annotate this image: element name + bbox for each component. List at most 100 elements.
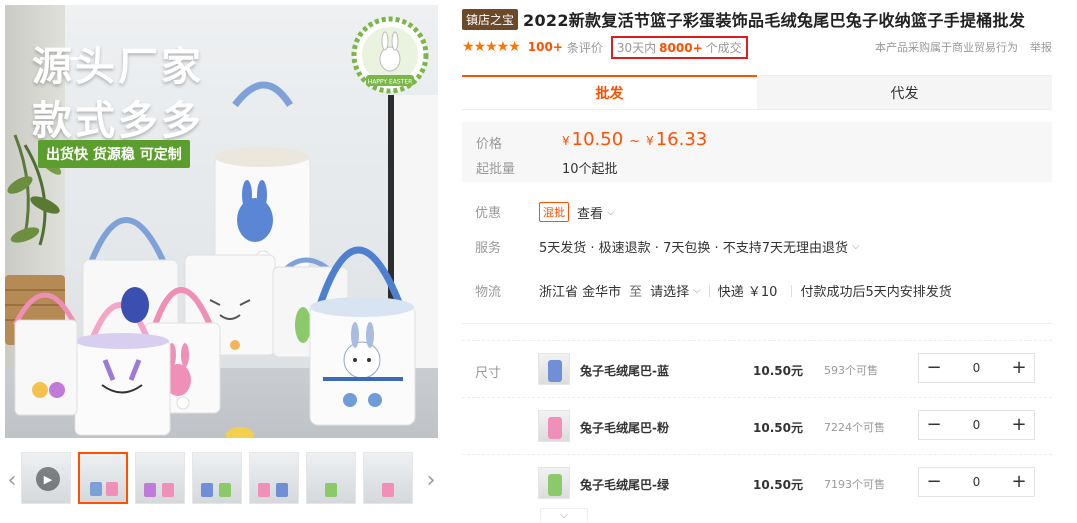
minus-icon[interactable]: − [919,354,949,382]
thumb-basket-icon [276,483,288,497]
sku-stock: 7224个可售 [824,421,885,434]
destination-select[interactable]: 请选择 [650,281,689,300]
price-separator: ~ [629,134,641,149]
sales-suffix: 个成交 [705,40,742,55]
bunny-swatch-icon [548,360,562,382]
promotion-label: 优惠 [475,206,502,221]
minus-icon[interactable]: − [919,411,949,439]
promo-tagline: 出货快 货源稳 可定制 [38,140,190,168]
thumb-basket-icon [382,483,394,497]
sales-volume-box: 30天内 8000+ 个成交 [610,35,748,59]
quantity-input[interactable]: 0 [949,418,1004,432]
logistics-label: 物流 [475,285,502,300]
divider [708,284,710,297]
chevron-down-icon[interactable]: ⌵ [607,207,615,218]
sku-stock: 593个可售 [824,364,878,377]
badge-text: HAPPY EASTER [368,79,413,86]
price-label: 价格 [476,137,503,152]
store-badge: 镇店之宝 [462,8,519,30]
sku-thumbnail[interactable] [538,467,570,499]
tab-dropship[interactable]: 代发 [757,75,1052,109]
thumbnail-6[interactable] [306,452,356,504]
thumbnail-3[interactable] [135,452,185,504]
quantity-stepper: − 0 + [918,410,1035,440]
play-icon[interactable]: ▶ [36,467,60,491]
service-label: 服务 [475,241,502,256]
chevron-down-icon[interactable]: ⌵ [852,241,860,252]
happy-easter-badge: HAPPY EASTER [351,16,429,94]
section-divider [462,323,1052,324]
star-rating-icon: ★★★★★ [462,39,521,55]
thumb-next-arrow[interactable]: › [424,452,438,508]
logistics-value: 浙江省 金华市 至 请选择 ⌵ 快递 ￥10 付款成功后5天内安排发货 [539,281,952,300]
plus-icon[interactable]: + [1004,411,1034,439]
chevron-down-icon[interactable]: ⌵ [693,285,701,296]
thumbnail-5[interactable] [249,452,299,504]
sku-size-label: 尺寸 [475,366,502,381]
thumbnail-7[interactable] [363,452,413,504]
sku-separator [462,454,1052,455]
thumb-basket-icon [106,482,118,496]
service-text[interactable]: 5天发货 · 极速退款 · 7天包换 · 不支持7天无理由退货 [539,237,848,256]
expand-more-chevron-icon[interactable]: ⌵ [540,508,588,522]
service-row: 服务 5天发货 · 极速退款 · 7天包换 · 不支持7天无理由退货 ⌵ [462,237,1052,256]
thumbnail-video[interactable]: ▶ [21,452,71,504]
sku-thumbnail[interactable] [538,353,570,385]
to-label: 至 [629,285,643,300]
thumb-basket-icon [162,483,174,497]
review-count[interactable]: 100+ [528,40,563,54]
sku-price: 10.50元 [753,364,803,378]
view-promo-link[interactable]: 查看 [577,203,603,222]
report-link[interactable]: 举报 [1030,39,1052,55]
minus-icon[interactable]: − [919,468,949,496]
moq-value: 10个起批 [562,162,618,177]
rating-row: ★★★★★ 100+ 条评价 30天内 8000+ 个成交 本产品采购属于商业贸易行… [462,35,1052,59]
currency-symbol: ¥ [562,134,570,148]
origin-location: 浙江省 金华市 [539,285,622,300]
shipping-fee: 快递 ￥10 [717,285,778,300]
sku-thumbnail[interactable] [538,410,570,442]
sku-name: 兔子毛绒尾巴-绿 [580,478,669,492]
service-value[interactable]: 5天发货 · 极速退款 · 7天包换 · 不支持7天无理由退货 ⌵ [539,237,860,256]
thumbnail-2[interactable] [78,452,128,504]
sku-row-green: 兔子毛绒尾巴-绿 10.50元 7193个可售 − 0 + [538,467,1035,501]
sku-name: 兔子毛绒尾巴-蓝 [580,364,669,378]
review-label[interactable]: 条评价 [567,39,603,56]
product-title-row: 镇店之宝 2022新款复活节篮子彩蛋装饰品毛绒兔尾巴兔子收纳篮子手提桶批发 [462,7,1025,31]
thumbnail-4[interactable] [192,452,242,504]
main-product-image[interactable]: 源头厂家 款式多多 出货快 货源稳 可定制 HAPPY EASTER [5,5,438,438]
sku-row-pink: 兔子毛绒尾巴-粉 10.50元 7224个可售 − 0 + [538,410,1035,444]
plus-icon[interactable]: + [1004,468,1034,496]
sku-price: 10.50元 [753,421,803,435]
mixed-batch-badge: 混批 [539,202,569,222]
promo-line-1: 源头厂家 [32,44,204,90]
sku-row-blue: 兔子毛绒尾巴-蓝 10.50元 593个可售 − 0 + [538,353,1035,387]
plus-icon[interactable]: + [1004,354,1034,382]
quantity-stepper: − 0 + [918,467,1035,497]
thumbnail-strip: ‹ ▶ › [5,452,438,508]
thumb-basket-icon [201,483,213,497]
sku-price: 10.50元 [753,478,803,492]
promo-headline: 源头厂家 款式多多 [32,40,204,148]
sales-count: 8000+ [659,40,703,55]
bunny-swatch-icon [548,474,562,496]
bunny-swatch-icon [548,417,562,439]
price-high: 16.33 [655,129,708,150]
divider [791,284,793,297]
purchase-mode-tabs: 批发 代发 [462,75,1052,110]
moq-label: 起批量 [476,162,516,177]
thumb-basket-icon [90,482,102,496]
currency-symbol: ¥ [646,134,654,148]
tab-wholesale[interactable]: 批发 [462,77,757,109]
quantity-input[interactable]: 0 [949,361,1004,375]
dispatch-time: 付款成功后5天内安排发货 [800,285,952,300]
price-range: ¥10.50 ~ ¥16.33 [562,129,707,150]
sku-separator [462,340,1052,341]
promotion-value: 混批 查看 ⌵ [539,202,615,222]
quantity-input[interactable]: 0 [949,475,1004,489]
thumb-prev-arrow[interactable]: ‹ [5,452,19,508]
promotion-row: 优惠 混批 查看 ⌵ [462,202,1052,222]
sku-separator [462,397,1052,398]
logistics-row: 物流 浙江省 金华市 至 请选择 ⌵ 快递 ￥10 付款成功后5天内安排发货 [462,281,1052,300]
sku-stock: 7193个可售 [824,478,885,491]
